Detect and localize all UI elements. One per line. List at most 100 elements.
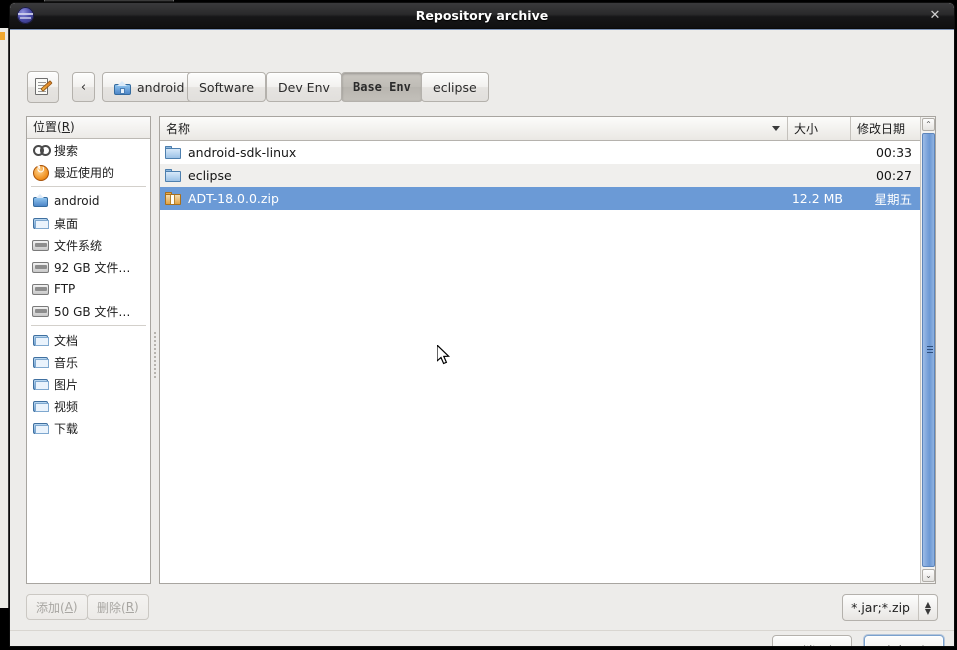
ok-button-mnemonic: O xyxy=(912,643,922,647)
spinner-icon[interactable]: ▲ ▼ xyxy=(918,595,937,620)
place-item-desktop[interactable]: 桌面 xyxy=(27,212,150,234)
title-bar[interactable]: Repository archive ✕ xyxy=(10,3,954,29)
place-label: 最近使用的 xyxy=(54,165,115,180)
background-window-edge xyxy=(0,28,9,608)
spinner-down-icon: ▼ xyxy=(924,606,932,616)
cancel-button-suffix: ) xyxy=(829,643,834,647)
drive-icon xyxy=(32,281,50,297)
path-toolbar: ‹ android Software Dev Env Base Env ecli… xyxy=(10,30,954,103)
table-row[interactable]: eclipse 00:27 xyxy=(160,164,935,187)
documents-folder-icon xyxy=(32,332,50,348)
places-sidebar: 位置(R) 搜索 最近使用的 android 桌面 文件系统 xyxy=(26,116,151,584)
place-label: 92 GB 文件… xyxy=(54,260,131,275)
path-button-software[interactable]: Software xyxy=(187,72,267,102)
sidebar-resize-handle[interactable] xyxy=(153,330,158,390)
folder-icon xyxy=(165,168,182,183)
remove-button: 删除(R) xyxy=(87,594,149,620)
file-name-label: eclipse xyxy=(188,168,232,183)
scroll-down-icon[interactable]: ⌄ xyxy=(922,569,935,582)
close-icon[interactable]: ✕ xyxy=(926,7,944,25)
place-item-search[interactable]: 搜索 xyxy=(27,139,150,161)
add-button-suffix: ) xyxy=(72,600,78,614)
place-label: 音乐 xyxy=(54,355,79,370)
file-date-cell: 星期五 xyxy=(874,192,912,207)
file-name-label: ADT-18.0.0.zip xyxy=(188,191,279,206)
file-name-cell: ADT-18.0.0.zip xyxy=(160,191,788,206)
footer-divider xyxy=(10,630,954,631)
path-button-base-env[interactable]: Base Env xyxy=(341,72,423,102)
drive-icon xyxy=(32,259,50,275)
scrollbar-thumb[interactable] xyxy=(922,133,935,567)
place-label: 搜索 xyxy=(54,143,79,158)
places-divider xyxy=(31,186,146,187)
place-item-filesystem[interactable]: 文件系统 xyxy=(27,234,150,256)
folder-icon xyxy=(165,145,182,160)
zip-icon xyxy=(165,191,182,206)
path-button-android[interactable]: android xyxy=(102,72,197,102)
file-list-scrollbar[interactable]: ⌃ ⌄ xyxy=(920,117,935,583)
remove-button-mnemonic: R xyxy=(125,600,135,614)
ok-button[interactable]: 确定(O) xyxy=(864,635,944,647)
type-filename-button[interactable] xyxy=(27,71,59,103)
place-item-documents[interactable]: 文档 xyxy=(27,329,150,351)
place-item-ftp[interactable]: FTP xyxy=(27,278,150,300)
file-list-header: 名称 大小 修改日期 xyxy=(160,117,935,141)
places-header-text: 位置( xyxy=(33,120,62,134)
place-item-android[interactable]: android xyxy=(27,190,150,212)
chevron-down-icon xyxy=(772,126,780,131)
add-button: 添加(A) xyxy=(26,594,88,620)
drive-icon xyxy=(32,303,50,319)
cancel-button-label: 取消( xyxy=(790,641,820,647)
column-header-size[interactable]: 大小 xyxy=(788,117,851,140)
places-header-mnemonic: R xyxy=(61,120,71,134)
file-size-cell: 12.2 MB xyxy=(791,191,843,206)
places-header-tail: ) xyxy=(70,120,75,134)
place-item-pictures[interactable]: 图片 xyxy=(27,373,150,395)
file-date-cell: 00:33 xyxy=(875,145,912,160)
desktop-folder-icon xyxy=(32,215,50,231)
place-label: 下载 xyxy=(54,421,79,436)
window-title: Repository archive xyxy=(415,8,549,23)
file-type-filter-value: *.jar;*.zip xyxy=(851,600,910,615)
table-row[interactable]: android-sdk-linux 00:33 xyxy=(160,141,935,164)
remove-button-suffix: ) xyxy=(134,600,139,614)
file-name-cell: eclipse xyxy=(160,168,788,183)
home-icon xyxy=(32,193,50,209)
place-item-music[interactable]: 音乐 xyxy=(27,351,150,373)
place-item-volume-92gb[interactable]: 92 GB 文件… xyxy=(27,256,150,278)
place-item-downloads[interactable]: 下载 xyxy=(27,417,150,439)
home-folder-icon xyxy=(114,80,131,95)
ok-button-suffix: ) xyxy=(921,643,926,647)
column-header-name[interactable]: 名称 xyxy=(160,117,788,140)
recent-icon xyxy=(32,163,50,181)
places-header: 位置(R) xyxy=(27,117,150,139)
path-button-label: android xyxy=(137,79,185,95)
path-back-button[interactable]: ‹ xyxy=(72,72,95,102)
file-type-filter-select[interactable]: *.jar;*.zip ▲ ▼ xyxy=(842,594,938,621)
file-date-cell: 00:27 xyxy=(875,168,912,183)
place-label: 图片 xyxy=(54,377,79,392)
place-item-volume-50gb[interactable]: 50 GB 文件… xyxy=(27,300,150,322)
place-label: 桌面 xyxy=(54,216,79,231)
search-icon xyxy=(32,142,51,158)
place-label: 文档 xyxy=(54,333,79,348)
dialog-content: ‹ android Software Dev Env Base Env ecli… xyxy=(10,29,954,647)
remove-button-label: 删除( xyxy=(97,600,126,615)
table-row[interactable]: ADT-18.0.0.zip 12.2 MB 星期五 xyxy=(160,187,935,210)
add-button-mnemonic: A xyxy=(64,600,73,614)
place-item-videos[interactable]: 视频 xyxy=(27,395,150,417)
place-label: FTP xyxy=(54,282,76,296)
place-item-recent[interactable]: 最近使用的 xyxy=(27,161,150,183)
path-button-eclipse[interactable]: eclipse xyxy=(421,72,489,102)
place-label: 50 GB 文件… xyxy=(54,304,131,319)
downloads-folder-icon xyxy=(32,420,50,436)
column-header-date[interactable]: 修改日期 xyxy=(851,117,920,140)
path-button-dev-env[interactable]: Dev Env xyxy=(266,72,342,102)
cancel-button[interactable]: 取消(C) xyxy=(772,635,852,647)
cancel-button-mnemonic: C xyxy=(820,643,829,647)
places-divider xyxy=(31,325,146,326)
scroll-up-icon[interactable]: ⌃ xyxy=(922,118,935,131)
music-folder-icon xyxy=(32,354,50,370)
place-label: android xyxy=(54,194,100,208)
background-window-accent xyxy=(0,32,5,40)
